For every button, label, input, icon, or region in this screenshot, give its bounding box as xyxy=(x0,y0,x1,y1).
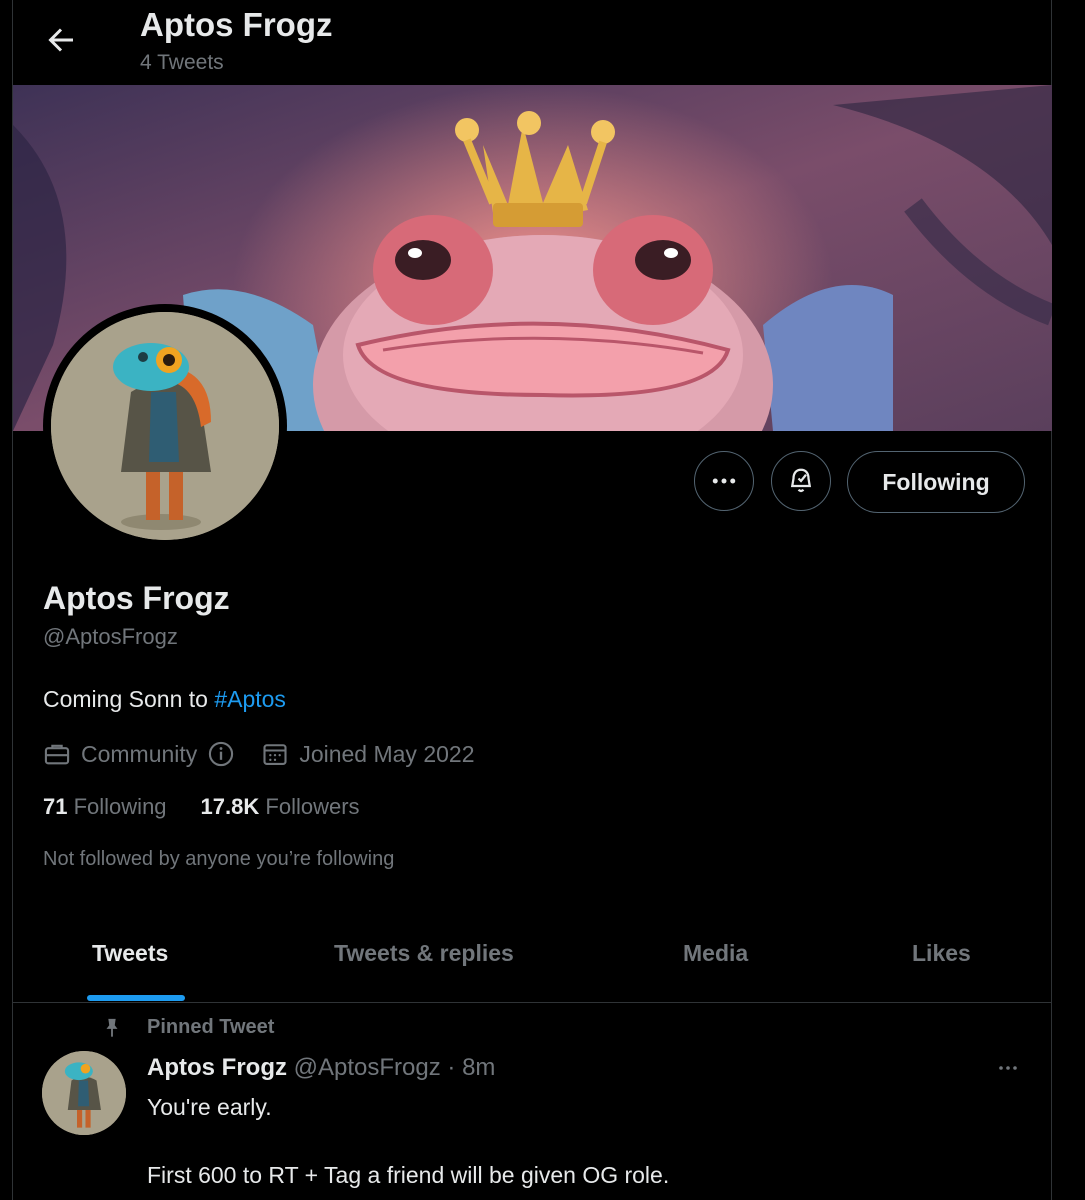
followers-label: Followers xyxy=(265,794,360,819)
tweet-author-avatar[interactable] xyxy=(42,1051,126,1135)
profile-tabs: Tweets Tweets & replies Media Likes xyxy=(13,920,1052,1003)
calendar-icon xyxy=(263,744,287,765)
following-label: Following xyxy=(73,794,167,819)
header-tweet-count: 4 Tweets xyxy=(140,51,224,74)
notification-bell-icon xyxy=(790,468,812,493)
profile-name: Aptos Frogz xyxy=(43,580,230,616)
tweet-more-button[interactable] xyxy=(993,1056,1023,1080)
profile-joined: Joined May 2022 xyxy=(299,740,475,767)
tweet-time[interactable]: · 8m xyxy=(447,1054,495,1081)
following-button[interactable]: Following xyxy=(847,451,1025,513)
tweet-author-handle[interactable]: @AptosFrogz xyxy=(294,1054,441,1081)
tweet-author-name[interactable]: Aptos Frogz xyxy=(147,1054,287,1081)
pinned-text: Pinned Tweet xyxy=(147,1016,275,1038)
profile-stats: 71 Following 17.8K Followers xyxy=(43,794,360,820)
profile-column: Aptos Frogz 4 Tweets Following Aptos Fro… xyxy=(12,0,1052,1200)
followers-count: 17.8K xyxy=(200,794,260,819)
bio-text: Coming Sonn to xyxy=(43,686,215,712)
profile-meta: Community Joined May 2022 xyxy=(43,738,475,770)
header-title: Aptos Frogz xyxy=(140,6,333,43)
tweet-text-line-1: You're early. xyxy=(147,1094,272,1120)
back-button[interactable] xyxy=(43,22,79,58)
tab-likes[interactable]: Likes xyxy=(912,940,971,967)
following-count: 71 xyxy=(43,794,68,819)
briefcase-icon xyxy=(44,744,70,765)
info-icon[interactable] xyxy=(207,740,235,768)
profile-bio: Coming Sonn to #Aptos xyxy=(43,686,286,713)
tab-tweets-replies[interactable]: Tweets & replies xyxy=(334,940,514,967)
pinned-tweet-label: Pinned Tweet xyxy=(101,1016,274,1039)
bio-hashtag-link[interactable]: #Aptos xyxy=(214,686,286,712)
more-icon xyxy=(999,1066,1017,1070)
notifications-button[interactable] xyxy=(771,451,831,511)
tweet-avatar-frog-image xyxy=(42,1051,126,1135)
tweet-text-line-2: First 600 to RT + Tag a friend will be g… xyxy=(147,1162,670,1188)
active-tab-indicator xyxy=(87,995,185,1001)
back-arrow-icon xyxy=(48,28,73,52)
profile-category: Community xyxy=(81,740,198,767)
top-bar: Aptos Frogz 4 Tweets xyxy=(13,0,1051,85)
avatar-frog-image xyxy=(51,312,279,540)
tab-tweets[interactable]: Tweets xyxy=(92,940,168,967)
pin-icon xyxy=(106,1018,118,1037)
profile-handle: @AptosFrogz xyxy=(43,624,178,649)
following-count-link[interactable]: 71 Following xyxy=(43,794,167,820)
not-followed-note: Not followed by anyone you’re following xyxy=(43,848,395,870)
more-options-button[interactable] xyxy=(694,451,754,511)
more-icon xyxy=(712,478,736,484)
profile-avatar[interactable] xyxy=(43,304,287,548)
tweet-header: Aptos Frogz @AptosFrogz · 8m xyxy=(147,1054,495,1082)
tab-media[interactable]: Media xyxy=(683,940,748,967)
followers-count-link[interactable]: 17.8K Followers xyxy=(201,794,360,820)
